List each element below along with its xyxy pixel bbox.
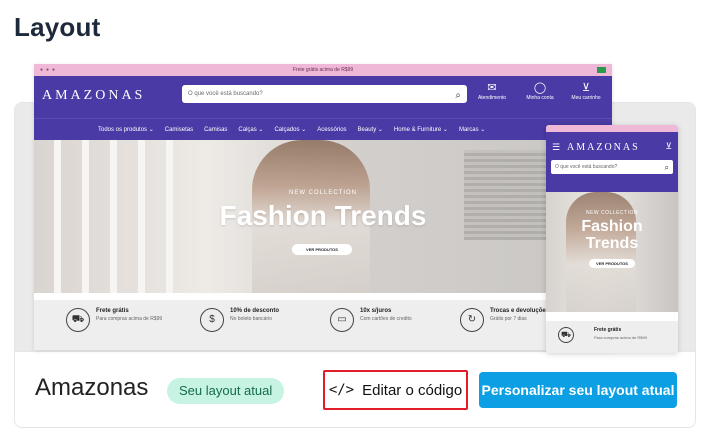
search-icon: ⌕ [664, 163, 669, 172]
edit-code-label: Editar o código [362, 381, 463, 399]
hero-headline: Fashion Trends [546, 218, 678, 252]
nav-item: Camisas [204, 126, 228, 133]
hero-banner: NEW COLLECTION Fashion Trends VER PRODUT… [34, 140, 612, 293]
desktop-preview: ●●● Frete grátis acima de R$99 AMAZONAS … [34, 64, 612, 350]
nav-item: Home & Furniture ⌄ [393, 127, 448, 133]
header-icon-label: Minha conta [526, 95, 554, 101]
user-icon: ◯ Minha conta [526, 82, 554, 101]
feature-subtitle: Com cartões de credito [360, 316, 412, 322]
nav-item: Camisetas [164, 126, 194, 133]
search-icon: ⌕ [455, 90, 461, 101]
store-logo: AMAZONAS [42, 88, 146, 103]
promo-bar: ●●● Frete grátis acima de R$99 [34, 64, 612, 76]
cart-icon: ⊻ Meu carrinho [571, 82, 601, 101]
cart-icon: ⊻ [665, 141, 672, 151]
customize-layout-button[interactable]: Personalizar seu layout atual [479, 372, 677, 408]
mobile-preview: ☰ AMAZONAS ⊻ O que você está buscando? ⌕… [546, 125, 678, 353]
code-icon: </> [328, 382, 355, 398]
features-strip: ⛟ Frete grátis Para compras acima de R$99… [34, 300, 612, 350]
hero-headline-line: Trends [585, 235, 639, 252]
feature-subtitle: Para compras acima de R$99 [594, 335, 647, 340]
feature-title: 10% de desconto [230, 308, 280, 314]
refresh-icon: ↻ [460, 308, 484, 332]
hero-kicker: NEW COLLECTION [288, 190, 357, 196]
feature-item: ⛟ Frete grátis Para compras acima de R$99 [66, 308, 162, 332]
card-icon: ▭ [330, 308, 354, 332]
hero-kicker: NEW COLLECTION [585, 210, 638, 216]
menu-icon: ☰ [552, 142, 561, 152]
store-nav: Todos os produtos ⌄ Camisetas Camisas Ca… [34, 118, 612, 140]
hero-headline-line: Fashion [581, 218, 643, 235]
truck-icon: ⛟ [66, 308, 90, 332]
nav-item: Calçados ⌄ [274, 127, 307, 133]
feature-subtitle: Para compras acima de R$99 [96, 316, 163, 322]
nav-item: Marcas ⌄ [458, 127, 486, 133]
search-placeholder: O que você está buscando? [188, 91, 263, 97]
promo-text: Frete grátis acima de R$99 [292, 67, 354, 73]
mobile-search-input: O que você está buscando? ⌕ [551, 160, 673, 174]
nav-item: Beauty ⌄ [357, 127, 383, 133]
edit-code-button[interactable]: </> Editar o código [323, 370, 468, 410]
store-header: AMAZONAS O que você está buscando? ⌕ ✉ At… [34, 76, 612, 118]
feature-item: $ 10% de desconto No boleto bancário [200, 308, 279, 332]
store-search-input: O que você está buscando? ⌕ [182, 85, 467, 103]
nav-item: Todos os produtos ⌄ [98, 127, 154, 133]
feature-subtitle: Grátis por 7 dias [490, 316, 527, 322]
mobile-header: ☰ AMAZONAS ⊻ O que você está buscando? ⌕ [546, 132, 678, 192]
mobile-hero-banner: NEW COLLECTION Fashion Trends VER PRODUT… [546, 192, 678, 312]
flag-icon [597, 67, 606, 73]
nav-item: Calças ⌄ [238, 127, 264, 133]
layout-name: Amazonas [35, 374, 149, 401]
truck-icon: ⛟ [558, 327, 574, 343]
hero-cta-button: VER PRODUTOS [589, 259, 635, 268]
page-title: Layout [14, 12, 101, 42]
dollar-icon: $ [200, 308, 224, 332]
feature-item: ↻ Trocas e devoluções Grátis por 7 dias [460, 308, 549, 332]
feature-item: ▭ 10x s/juros Com cartões de credito [330, 308, 412, 332]
window-dots: ●●● [40, 67, 59, 73]
hero-cta-button: VER PRODUTOS [292, 244, 352, 255]
header-icon-label: Atendimento [477, 95, 507, 101]
search-placeholder: O que você está buscando? [555, 164, 618, 170]
layout-card-footer: Amazonas Seu layout atual </> Editar o c… [15, 351, 695, 427]
nav-item: Acessórios [317, 126, 347, 133]
feature-title: Frete grátis [96, 308, 129, 314]
mobile-promo-bar [546, 125, 678, 132]
feature-title: Frete grátis [594, 327, 622, 333]
current-layout-badge: Seu layout atual [167, 378, 285, 404]
feature-title: 10x s/juros [360, 308, 392, 314]
feature-subtitle: No boleto bancário [230, 316, 272, 322]
hero-headline: Fashion Trends [219, 200, 427, 231]
mobile-feature-item: ⛟ Frete grátis Para compras acima de R$9… [546, 321, 678, 353]
chat-icon: ✉ Atendimento [477, 82, 507, 101]
header-icon-label: Meu carrinho [571, 95, 601, 101]
feature-title: Trocas e devoluções [490, 308, 550, 314]
mobile-logo: AMAZONAS [567, 142, 640, 153]
